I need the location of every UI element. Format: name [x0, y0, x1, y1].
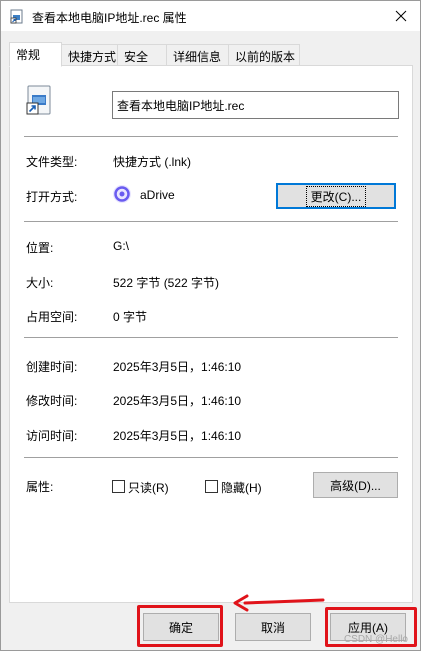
accessed-value: 2025年3月5日，1:46:10	[113, 429, 242, 443]
tab-general[interactable]: 常规	[9, 42, 62, 67]
window-title: 查看本地电脑IP地址.rec 属性	[32, 11, 187, 25]
created-label: 创建时间:	[26, 360, 78, 374]
title-bar: 查看本地电脑IP地址.rec 属性	[1, 1, 420, 31]
watermark: CSDN @Hello	[343, 634, 408, 645]
hidden-checkbox[interactable]	[205, 480, 218, 493]
change-button[interactable]: 更改(C)...	[276, 183, 396, 209]
shortcut-file-large-icon	[26, 85, 51, 115]
attributes-label: 属性:	[26, 480, 54, 494]
divider	[24, 337, 398, 338]
modified-label: 修改时间:	[26, 394, 78, 408]
tab-security[interactable]: 安全	[117, 44, 167, 66]
file-type-value: 快捷方式 (.lnk)	[113, 155, 192, 169]
created-value: 2025年3月5日，1:46:10	[113, 360, 242, 374]
advanced-button-label: 高级(D)...	[330, 478, 381, 493]
tab-label: 常规	[16, 48, 41, 62]
open-with-label: 打开方式:	[26, 190, 78, 204]
file-name-field[interactable]	[112, 91, 399, 119]
disk-size-label: 占用空间:	[26, 310, 78, 324]
cancel-button-label: 取消	[260, 620, 285, 635]
tab-label: 安全	[124, 50, 149, 64]
size-label: 大小:	[26, 276, 54, 290]
modified-value: 2025年3月5日，1:46:10	[113, 394, 242, 408]
hidden-label[interactable]: 隐藏(H)	[221, 479, 262, 496]
tab-label: 以前的版本	[235, 50, 296, 64]
ok-highlight-box	[137, 605, 223, 647]
annotation-arrow	[233, 594, 325, 612]
tab-label: 快捷方式	[68, 50, 117, 64]
location-label: 位置:	[26, 241, 54, 255]
open-with-value: aDrive	[140, 188, 175, 202]
divider	[24, 221, 398, 222]
change-button-label: 更改(C)...	[305, 185, 367, 207]
adrive-app-icon	[113, 185, 131, 203]
close-button[interactable]	[390, 5, 412, 27]
cancel-button[interactable]: 取消	[235, 613, 311, 641]
properties-dialog: 查看本地电脑IP地址.rec 属性 常规 快捷方式 安全 详细信息 以前的版本 …	[0, 0, 421, 651]
tab-shortcut[interactable]: 快捷方式	[61, 44, 118, 66]
tab-previous-versions[interactable]: 以前的版本	[228, 44, 300, 66]
readonly-checkbox[interactable]	[112, 480, 125, 493]
advanced-button[interactable]: 高级(D)...	[313, 472, 398, 498]
readonly-label[interactable]: 只读(R)	[128, 479, 169, 496]
divider	[24, 136, 398, 137]
accessed-label: 访问时间:	[26, 429, 78, 443]
close-icon	[395, 10, 407, 22]
tab-details[interactable]: 详细信息	[166, 44, 229, 66]
file-type-label: 文件类型:	[26, 155, 78, 169]
disk-size-value: 0 字节	[113, 310, 148, 324]
shortcut-file-icon	[10, 9, 23, 24]
size-value: 522 字节 (522 字节)	[113, 276, 220, 290]
general-panel: 文件类型: 快捷方式 (.lnk) 打开方式: aDrive 更改(C)... …	[9, 65, 413, 603]
tab-strip: 常规 快捷方式 安全 详细信息 以前的版本	[9, 42, 413, 67]
divider	[24, 457, 398, 458]
tab-label: 详细信息	[173, 50, 222, 64]
location-value: G:\	[113, 239, 130, 253]
